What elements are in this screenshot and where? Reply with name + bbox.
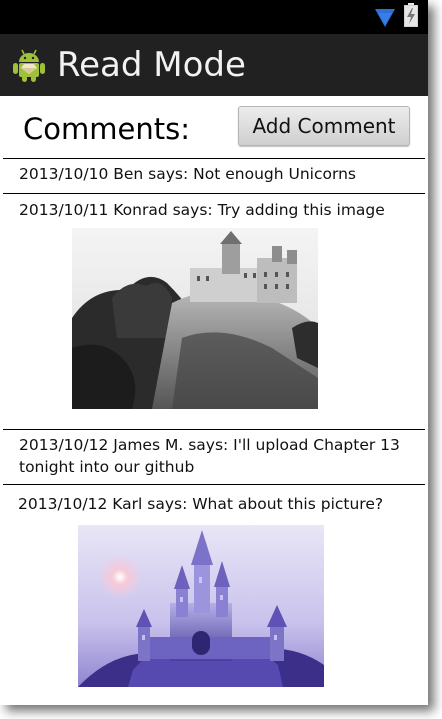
comment-text: 2013/10/11 Konrad says: Try adding this … — [19, 201, 385, 219]
castle-photo — [72, 228, 318, 409]
app-window: Read Mode Comments: Add Comment 2013/10/… — [0, 0, 428, 705]
comment-text: 2013/10/12 James M. says: I'll upload Ch… — [19, 436, 400, 476]
android-icon — [13, 49, 45, 82]
divider — [3, 158, 425, 159]
comments-header: Comments: Add Comment — [0, 96, 428, 158]
action-bar: Read Mode — [0, 34, 428, 96]
app-title: Read Mode — [57, 45, 246, 85]
fantasy-castle-illustration — [78, 525, 324, 687]
comment-text: 2013/10/10 Ben says: Not enough Unicorns — [19, 165, 356, 183]
comment-text: 2013/10/12 Karl says: What about this pi… — [18, 495, 384, 513]
divider — [3, 484, 425, 485]
status-bar — [0, 0, 428, 34]
add-comment-button[interactable]: Add Comment — [238, 106, 410, 146]
divider — [3, 429, 425, 430]
divider — [3, 193, 425, 194]
battery-charging-icon — [404, 3, 418, 27]
wifi-icon — [375, 9, 395, 27]
comments-label: Comments: — [23, 112, 190, 146]
